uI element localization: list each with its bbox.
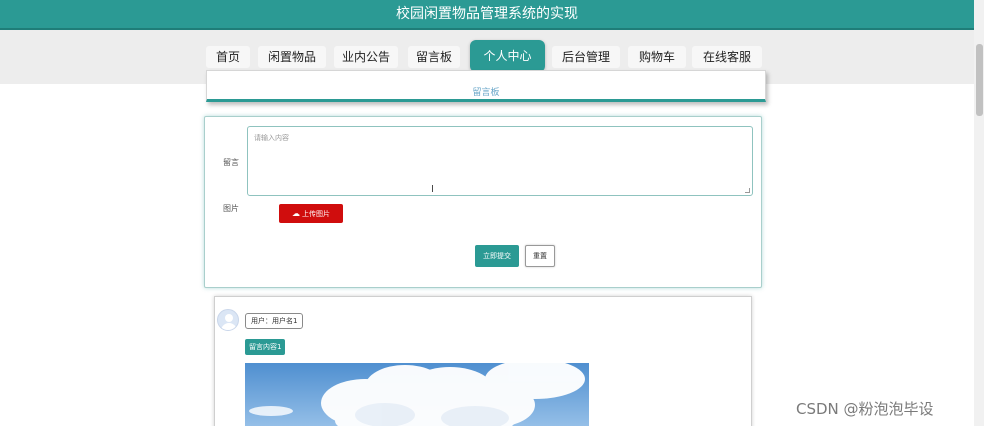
nav-item-admin[interactable]: 后台管理: [552, 46, 620, 68]
cloud-upload-icon: ☁: [292, 209, 300, 218]
nav-item-announcements[interactable]: 业内公告: [334, 46, 398, 68]
nav-item-personal-center[interactable]: 个人中心: [470, 40, 545, 72]
text-cursor-icon: I: [431, 184, 434, 195]
reset-button[interactable]: 重置: [525, 245, 555, 267]
section-header-card: 留言板: [206, 70, 766, 102]
nav-item-message-board[interactable]: 留言板: [408, 46, 460, 68]
scrollbar-thumb[interactable]: [976, 44, 983, 116]
section-title: 留言板: [472, 88, 500, 98]
avatar: [217, 309, 239, 331]
nav-item-idle-goods[interactable]: 闲置物品: [258, 46, 326, 68]
message-form: 留言 请输入内容 I 图片 ☁ 上传图片 立即提交 重置: [204, 116, 762, 288]
nav-item-customer-service[interactable]: 在线客服: [692, 46, 762, 68]
watermark: CSDN @粉泡泡毕设: [796, 400, 934, 418]
upload-image-button[interactable]: ☁ 上传图片: [279, 204, 343, 223]
message-content-tag: 留言内容1: [245, 339, 286, 355]
page-scrollbar[interactable]: [974, 0, 984, 426]
message-textarea[interactable]: 请输入内容: [247, 126, 753, 196]
message-item: 用户：用户名1 留言内容1: [214, 296, 752, 426]
submit-button[interactable]: 立即提交: [475, 245, 519, 267]
message-placeholder: 请输入内容: [254, 134, 289, 142]
resize-grip-icon[interactable]: [745, 188, 750, 193]
message-label: 留言: [223, 158, 239, 167]
app-title: 校园闲置物品管理系统的实现: [0, 0, 974, 30]
upload-button-label: 上传图片: [302, 210, 330, 218]
message-user-tag: 用户：用户名1: [245, 313, 304, 329]
message-image: [245, 363, 589, 426]
nav-item-cart[interactable]: 购物车: [628, 46, 686, 68]
image-label: 图片: [223, 204, 239, 213]
nav-item-home[interactable]: 首页: [206, 46, 250, 68]
